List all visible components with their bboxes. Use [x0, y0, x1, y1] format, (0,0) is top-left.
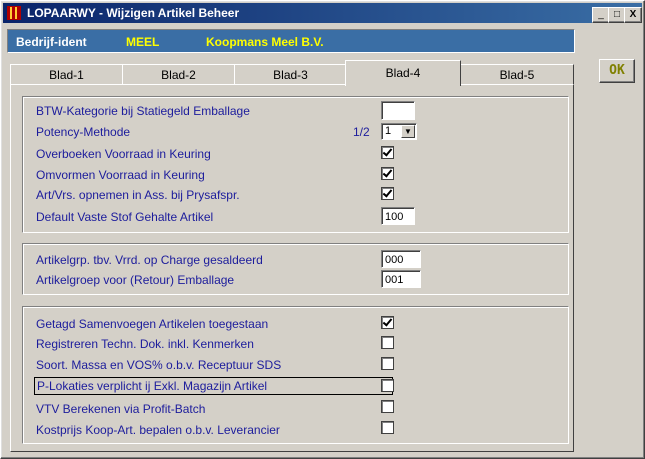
window-title: LOPAARWY - Wijzigen Artikel Beheer	[27, 6, 240, 20]
potency-methode-select[interactable]: 1 ▼	[381, 123, 417, 140]
main-window: LOPAARWY - Wijzigen Artikel Beheer _ □ X…	[0, 0, 645, 459]
p-lokaties-label: P-Lokaties verplicht ij Exkl. Magazijn A…	[34, 377, 393, 395]
omvormen-label: Omvormen Voorraad in Keuring	[36, 168, 205, 182]
kostprijs-label: Kostprijs Koop-Art. bepalen o.b.v. Lever…	[36, 423, 280, 437]
soort-massa-checkbox[interactable]	[381, 357, 394, 370]
settings-group-1: BTW-Kategorie bij Statiegeld Emballage P…	[22, 96, 569, 233]
techn-dok-label: Registreren Techn. Dok. inkl. Kenmerken	[36, 337, 254, 351]
close-button[interactable]: X	[624, 7, 642, 23]
charge-field[interactable]: 000	[381, 250, 421, 268]
potency-methode-hint: 1/2	[353, 125, 370, 139]
vtv-checkbox[interactable]	[381, 400, 394, 413]
overboeken-label: Overboeken Voorraad in Keuring	[36, 147, 211, 161]
company-ident-bar: Bedrijf-ident MEEL Koopmans Meel B.V.	[7, 29, 575, 53]
potency-methode-label: Potency-Methode	[36, 125, 131, 139]
chevron-down-icon[interactable]: ▼	[401, 125, 415, 138]
p-lokaties-checkbox[interactable]	[381, 379, 394, 392]
vaste-stof-field[interactable]: 100	[381, 207, 415, 225]
ident-label: Bedrijf-ident	[16, 35, 87, 49]
tab-blad-4[interactable]: Blad-4	[345, 60, 461, 86]
settings-group-3: Getagd Samenvoegen Artikelen toegestaan …	[22, 306, 569, 444]
tab-blad-1[interactable]: Blad-1	[10, 64, 123, 86]
app-icon[interactable]	[7, 6, 21, 20]
ident-company-name: Koopmans Meel B.V.	[206, 35, 324, 49]
retour-emballage-field[interactable]: 001	[381, 270, 421, 288]
soort-massa-label: Soort. Massa en VOS% o.b.v. Receptuur SD…	[36, 358, 282, 372]
potency-methode-value: 1	[385, 125, 392, 137]
techn-dok-checkbox[interactable]	[381, 336, 394, 349]
art-vrs-checkbox[interactable]	[381, 187, 394, 200]
btw-kategorie-label: BTW-Kategorie bij Statiegeld Emballage	[36, 104, 250, 118]
tab-blad-5[interactable]: Blad-5	[460, 64, 574, 86]
tab-blad-3[interactable]: Blad-3	[234, 64, 347, 86]
tab-panel-blad-4: BTW-Kategorie bij Statiegeld Emballage P…	[10, 84, 574, 452]
ok-button[interactable]: OK	[599, 59, 635, 83]
btw-kategorie-field[interactable]	[381, 101, 415, 120]
title-bar[interactable]: LOPAARWY - Wijzigen Artikel Beheer _ □ X	[3, 3, 642, 23]
kostprijs-checkbox[interactable]	[381, 421, 394, 434]
vaste-stof-label: Default Vaste Stof Gehalte Artikel	[36, 210, 214, 224]
retour-emballage-label: Artikelgroep voor (Retour) Emballage	[36, 273, 235, 287]
charge-label: Artikelgrp. tbv. Vrrd. op Charge gesalde…	[36, 253, 263, 267]
omvormen-checkbox[interactable]	[381, 167, 394, 180]
samenvoegen-checkbox[interactable]	[381, 316, 394, 329]
overboeken-checkbox[interactable]	[381, 146, 394, 159]
vtv-label: VTV Berekenen via Profit-Batch	[36, 402, 206, 416]
ident-code: MEEL	[126, 35, 160, 49]
tab-blad-2[interactable]: Blad-2	[122, 64, 235, 86]
settings-group-2: Artikelgrp. tbv. Vrrd. op Charge gesalde…	[22, 243, 569, 295]
samenvoegen-label: Getagd Samenvoegen Artikelen toegestaan	[36, 317, 269, 331]
art-vrs-label: Art/Vrs. opnemen in Ass. bij Prysafspr.	[36, 188, 240, 202]
